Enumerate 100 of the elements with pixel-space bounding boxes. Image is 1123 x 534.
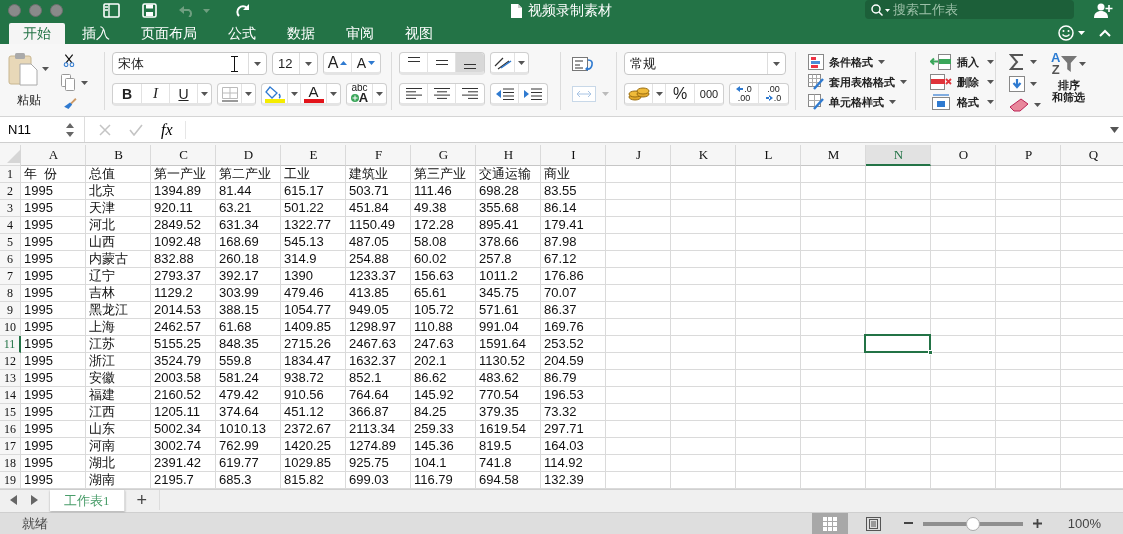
zoom-out-icon[interactable] <box>903 522 913 525</box>
caret-icon[interactable] <box>1079 62 1087 66</box>
row-header[interactable]: 2 <box>0 183 21 200</box>
row-header[interactable]: 8 <box>0 285 21 302</box>
ribbon-tab[interactable]: 公式 <box>214 23 270 44</box>
redo-icon[interactable] <box>236 3 250 18</box>
cells-menu-button[interactable]: 插入 <box>957 54 979 70</box>
column-header[interactable]: M <box>801 145 866 166</box>
expand-icon[interactable] <box>1110 126 1119 133</box>
row-header[interactable]: 4 <box>0 217 21 234</box>
caret-icon[interactable] <box>81 80 88 85</box>
caret-icon[interactable] <box>1030 60 1037 64</box>
underline-button[interactable]: U <box>170 84 198 103</box>
styles-menu-button[interactable]: 单元格样式 <box>829 94 884 110</box>
column-header[interactable]: I <box>541 145 606 166</box>
bold-button[interactable]: B <box>113 84 142 103</box>
clipboard-icon[interactable] <box>8 52 38 86</box>
cells-menu-button[interactable]: 删除 <box>957 74 979 90</box>
caret-icon[interactable] <box>518 60 525 65</box>
column-header[interactable]: O <box>931 145 996 166</box>
caret-icon[interactable] <box>878 60 885 64</box>
borders-icon[interactable] <box>220 85 239 102</box>
increase-indent-icon[interactable] <box>523 86 543 101</box>
ribbon-tab[interactable]: 插入 <box>68 23 124 44</box>
ribbon-tab[interactable]: 审阅 <box>332 23 388 44</box>
styles-menu-button[interactable]: 条件格式 <box>829 54 873 70</box>
column-header[interactable]: A <box>21 145 86 166</box>
column-header[interactable]: H <box>476 145 541 166</box>
column-header[interactable]: Q <box>1061 145 1123 166</box>
caret-icon[interactable] <box>900 80 907 84</box>
caret-icon[interactable] <box>987 80 994 84</box>
paste-label[interactable]: 粘贴 <box>16 92 41 109</box>
search-field[interactable]: 搜索工作表 <box>865 0 1074 19</box>
sidebar-icon[interactable] <box>103 3 120 18</box>
row-header[interactable]: 11 <box>0 336 21 353</box>
stepper-icon[interactable] <box>66 122 74 137</box>
column-header[interactable]: G <box>411 145 476 166</box>
column-header[interactable]: P <box>996 145 1061 166</box>
caret-icon[interactable] <box>1030 82 1037 86</box>
ribbon-tab[interactable]: 视图 <box>391 23 447 44</box>
row-header[interactable]: 12 <box>0 353 21 370</box>
caret-icon[interactable] <box>655 91 663 96</box>
caret-icon[interactable] <box>245 91 252 96</box>
zoom-in-icon[interactable] <box>1032 519 1042 528</box>
caret-icon[interactable] <box>201 91 208 96</box>
search-icon[interactable] <box>871 4 891 16</box>
column-header[interactable]: E <box>281 145 346 166</box>
styles-menu-button[interactable]: 套用表格格式 <box>829 74 895 90</box>
name-box[interactable]: N11 <box>6 121 66 138</box>
column-header[interactable]: C <box>151 145 216 166</box>
copy-icon[interactable] <box>61 74 75 92</box>
caret-icon[interactable] <box>987 60 994 64</box>
row-header[interactable]: 5 <box>0 234 21 251</box>
caret-icon[interactable] <box>42 67 49 71</box>
increase-decimal-button[interactable]: .0 .00 <box>730 84 759 103</box>
slider-thumb[interactable] <box>965 516 980 531</box>
row-header[interactable]: 18 <box>0 455 21 472</box>
row-header[interactable]: 16 <box>0 421 21 438</box>
row-header[interactable]: 19 <box>0 472 21 489</box>
sort-filter-button[interactable]: A Z 排序 和筛选 <box>1051 52 1087 110</box>
caret-icon[interactable] <box>376 91 383 96</box>
comma-style-button[interactable]: 000 <box>695 84 723 103</box>
caret-icon[interactable] <box>889 100 896 104</box>
row-header[interactable]: 9 <box>0 302 21 319</box>
caret-icon[interactable] <box>330 91 337 96</box>
ribbon-tab[interactable]: 开始 <box>9 23 65 44</box>
insert-function-button[interactable]: fx <box>161 120 173 139</box>
decrease-indent-icon[interactable] <box>494 86 515 101</box>
sum-icon[interactable] <box>1009 53 1025 71</box>
scroll-right-icon[interactable] <box>31 495 38 505</box>
ribbon-tab[interactable]: 数据 <box>273 23 329 44</box>
italic-button[interactable]: I <box>142 84 170 103</box>
column-header[interactable]: K <box>671 145 736 166</box>
caret-icon[interactable] <box>1034 103 1041 107</box>
row-header[interactable]: 15 <box>0 404 21 421</box>
column-header[interactable]: N <box>866 145 931 166</box>
fill-color-icon[interactable] <box>263 84 286 103</box>
caret-icon[interactable] <box>987 100 994 104</box>
font-color-button[interactable]: A <box>301 84 327 103</box>
row-header[interactable]: 17 <box>0 438 21 455</box>
caret-icon[interactable] <box>773 61 780 66</box>
column-header[interactable]: D <box>216 145 281 166</box>
column-header[interactable]: J <box>606 145 671 166</box>
caret-icon[interactable] <box>290 91 298 96</box>
vertical-align-button[interactable] <box>456 53 484 72</box>
collapse-ribbon-icon[interactable] <box>1099 28 1111 37</box>
column-header[interactable]: B <box>86 145 151 166</box>
wrap-text-icon[interactable] <box>572 56 596 72</box>
scissors-icon[interactable] <box>61 54 77 68</box>
font-dropdown[interactable]: 宋体 <box>112 52 267 75</box>
grow-font-button[interactable]: A <box>324 53 352 72</box>
row-header[interactable]: 3 <box>0 200 21 217</box>
shrink-font-button[interactable]: A <box>352 53 380 72</box>
coins-icon[interactable] <box>627 85 650 102</box>
font-size-dropdown[interactable]: 12 <box>272 52 318 75</box>
add-sheet-button[interactable]: + <box>124 490 160 510</box>
row-header[interactable]: 7 <box>0 268 21 285</box>
caret-icon[interactable] <box>1078 30 1085 35</box>
column-header[interactable]: F <box>346 145 411 166</box>
row-header[interactable]: 10 <box>0 319 21 336</box>
